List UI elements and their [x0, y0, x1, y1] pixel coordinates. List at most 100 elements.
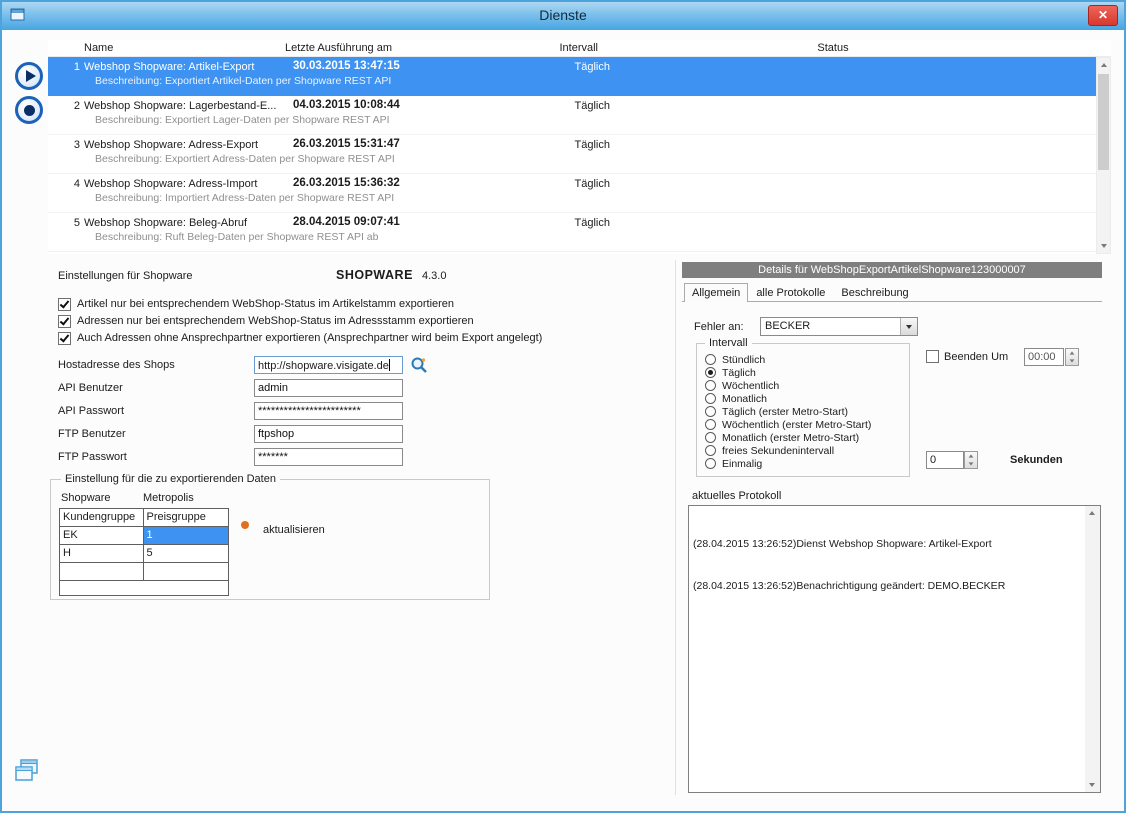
radio-woechentlich[interactable] — [705, 380, 716, 391]
radio-label: Täglich — [722, 367, 756, 379]
radio-taeglich-metro[interactable] — [705, 406, 716, 417]
api-user-input[interactable] — [254, 379, 403, 397]
service-last-run: 30.03.2015 13:47:15 — [293, 60, 400, 72]
export-data-group: Einstellung für die zu exportierenden Da… — [50, 479, 490, 600]
checkbox-ansprechpartner-export[interactable] — [58, 332, 71, 345]
column-header-kundengruppe[interactable]: Kundengruppe — [60, 509, 144, 527]
scroll-down-icon[interactable] — [1085, 778, 1098, 792]
cell-preisgruppe[interactable] — [144, 563, 229, 581]
check-icon — [60, 315, 70, 325]
host-input[interactable]: http://shopware.visigate.de — [254, 356, 403, 374]
details-panel: Details für WebShopExportArtikelShopware… — [680, 258, 1110, 798]
titlebar[interactable]: Dienste ✕ — [2, 2, 1124, 30]
start-service-button[interactable] — [15, 62, 43, 90]
spin-down-icon[interactable] — [1066, 357, 1078, 365]
text-caret — [389, 359, 390, 371]
service-name: Webshop Shopware: Adress-Export — [84, 139, 258, 151]
checkbox-adressen-webshop-status[interactable] — [58, 315, 71, 328]
cell-preisgruppe[interactable]: 1 — [144, 527, 229, 545]
cascade-windows-icon[interactable] — [14, 758, 40, 789]
spin-up-icon[interactable] — [1066, 349, 1078, 357]
scroll-down-icon[interactable] — [1097, 239, 1110, 253]
seconds-spinner[interactable] — [964, 451, 978, 469]
shopware-settings-panel: Einstellungen für Shopware SHOPWARE 4.3.… — [48, 258, 678, 803]
spin-up-icon[interactable] — [965, 452, 977, 460]
table-row[interactable]: 5 Webshop Shopware: Beleg-Abruf Beschrei… — [48, 213, 1096, 252]
table-row[interactable]: H 5 — [60, 545, 228, 563]
host-value: http://shopware.visigate.de — [258, 360, 389, 372]
beenden-time-spinner[interactable] — [1065, 348, 1079, 366]
table-row[interactable]: EK 1 — [60, 527, 228, 545]
column-header-status[interactable]: Status — [768, 42, 898, 54]
column-header-preisgruppe[interactable]: Preisgruppe — [144, 509, 229, 527]
interval-group: Intervall Stündlich Täglich Wöchentlich … — [696, 343, 910, 477]
refresh-button[interactable]: aktualisieren — [263, 524, 325, 536]
row-number: 4 — [56, 178, 80, 190]
radio-woechentlich-metro[interactable] — [705, 419, 716, 430]
fehler-an-value: BECKER — [765, 320, 810, 332]
close-button[interactable]: ✕ — [1088, 5, 1118, 26]
check-icon — [60, 298, 70, 308]
chevron-down-icon[interactable] — [900, 318, 917, 335]
log-scrollbar[interactable] — [1085, 506, 1100, 792]
protokoll-label: aktuelles Protokoll — [692, 490, 781, 502]
column-header-last-run[interactable]: Letzte Ausführung am — [285, 42, 392, 54]
beenden-um-checkbox[interactable] — [926, 350, 939, 363]
record-icon — [24, 105, 35, 116]
table-row[interactable]: 1 Webshop Shopware: Artikel-Export Besch… — [48, 57, 1096, 96]
tab-allgemein[interactable]: Allgemein — [684, 283, 748, 302]
radio-label: Monatlich — [722, 393, 767, 405]
panel-divider — [675, 260, 676, 795]
beenden-time-input[interactable]: 00:00 — [1024, 348, 1064, 366]
radio-monatlich[interactable] — [705, 393, 716, 404]
checkbox-artikel-webshop-status[interactable] — [58, 298, 71, 311]
radio-freies-sekundenintervall[interactable] — [705, 445, 716, 456]
row-number: 3 — [56, 139, 80, 151]
table-row[interactable]: 3 Webshop Shopware: Adress-Export Beschr… — [48, 135, 1096, 174]
radio-taeglich[interactable] — [705, 367, 716, 378]
stop-service-button[interactable] — [15, 96, 43, 124]
radio-einmalig[interactable] — [705, 458, 716, 469]
ftp-password-input[interactable] — [254, 448, 403, 466]
service-last-run: 26.03.2015 15:36:32 — [293, 177, 400, 189]
cell-kundengruppe[interactable] — [60, 563, 144, 581]
settings-heading: Einstellungen für Shopware — [58, 270, 193, 282]
refresh-icon[interactable] — [241, 521, 249, 529]
play-icon — [26, 70, 36, 82]
table-row[interactable] — [60, 563, 228, 581]
cell-kundengruppe[interactable]: EK — [60, 527, 144, 545]
checkbox-label: Adressen nur bei entsprechendem WebShop-… — [77, 315, 474, 327]
row-number: 5 — [56, 217, 80, 229]
spin-down-icon[interactable] — [965, 460, 977, 468]
scrollbar-thumb[interactable] — [1098, 74, 1109, 170]
beenden-um-label: Beenden Um — [944, 351, 1008, 363]
table-row[interactable]: 2 Webshop Shopware: Lagerbestand-E... Be… — [48, 96, 1096, 135]
column-header-name[interactable]: Name — [84, 42, 113, 54]
radio-stuendlich[interactable] — [705, 354, 716, 365]
fehler-an-select[interactable]: BECKER — [760, 317, 918, 336]
protocol-log[interactable]: (28.04.2015 13:26:52)Dienst Webshop Shop… — [688, 505, 1101, 793]
search-icon[interactable] — [410, 356, 428, 377]
tab-beschreibung[interactable]: Beschreibung — [833, 284, 916, 302]
radio-monatlich-metro[interactable] — [705, 432, 716, 443]
shopware-column-label: Shopware — [61, 492, 111, 504]
export-group-legend: Einstellung für die zu exportierenden Da… — [61, 473, 280, 485]
details-header: Details für WebShopExportArtikelShopware… — [682, 262, 1102, 278]
services-table-header: Name Letzte Ausführung am Intervall Stat… — [48, 40, 1111, 57]
services-table-body: 1 Webshop Shopware: Artikel-Export Besch… — [48, 57, 1096, 252]
scroll-up-icon[interactable] — [1097, 58, 1110, 72]
cell-preisgruppe[interactable]: 5 — [144, 545, 229, 563]
cell-kundengruppe[interactable]: H — [60, 545, 144, 563]
service-interval: Täglich — [478, 178, 610, 190]
ftp-user-input[interactable] — [254, 425, 403, 443]
price-table-header: Kundengruppe Preisgruppe — [60, 509, 228, 527]
tab-alle-protokolle[interactable]: alle Protokolle — [748, 284, 833, 302]
api-password-input[interactable] — [254, 402, 403, 420]
table-scrollbar[interactable] — [1096, 57, 1111, 254]
column-header-interval[interactable]: Intervall — [478, 42, 598, 54]
seconds-input[interactable]: 0 — [926, 451, 964, 469]
scroll-up-icon[interactable] — [1085, 506, 1098, 520]
interval-legend: Intervall — [705, 337, 752, 349]
service-description: Beschreibung: Exportiert Adress-Daten pe… — [95, 153, 395, 165]
table-row[interactable]: 4 Webshop Shopware: Adress-Import Beschr… — [48, 174, 1096, 213]
